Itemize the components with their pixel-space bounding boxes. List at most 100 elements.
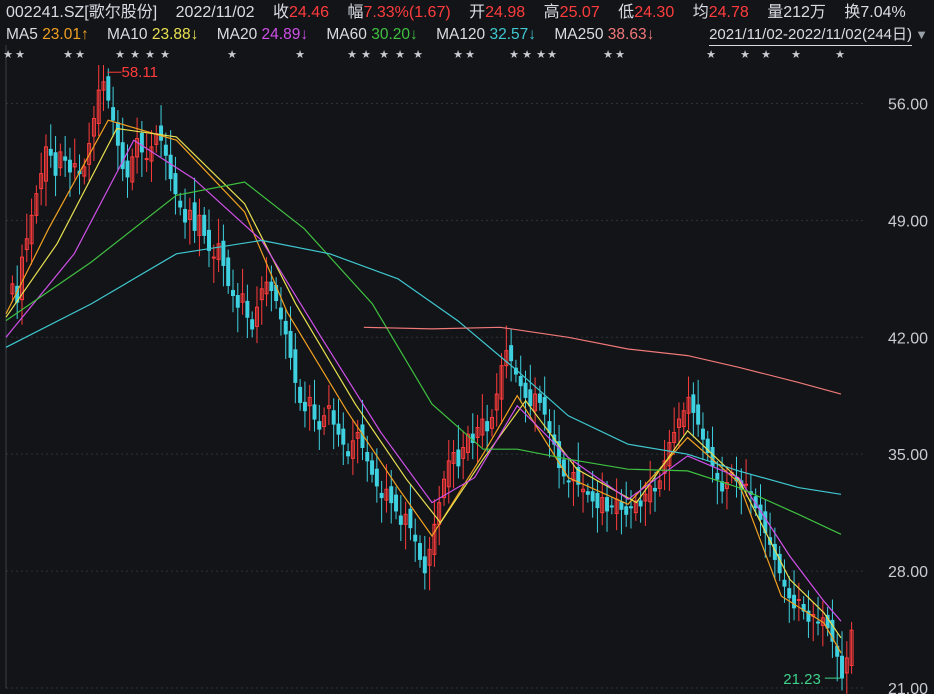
candle-body: [700, 428, 705, 440]
ma10-value: 23.88↓: [151, 26, 199, 43]
candle-body: [341, 428, 346, 445]
ma60-value: 30.20↓: [371, 26, 418, 43]
y-tick-label: 28.00: [888, 564, 928, 581]
ma60-label: MA60: [326, 26, 367, 43]
candle-body: [317, 421, 322, 430]
quote-date: 2022/11/02: [175, 4, 255, 21]
volume-label: 量: [767, 4, 784, 21]
candle-body: [269, 281, 274, 292]
ma250-legend[interactable]: MA250 38.63↓: [554, 26, 654, 43]
ma20-label: MA20: [216, 26, 258, 43]
candle-body: [715, 472, 720, 480]
star-marker: ★: [3, 48, 13, 61]
star-marker: ★: [453, 48, 463, 61]
candle-body: [178, 200, 183, 208]
star-marker: ★: [706, 48, 716, 61]
candle-body: [302, 401, 307, 412]
candle-body: [288, 330, 293, 358]
candle-body: [782, 579, 787, 587]
candle-body: [139, 133, 144, 153]
candle-body: [346, 451, 351, 457]
star-marker: ★: [145, 48, 155, 61]
ma60-legend[interactable]: MA60 30.20↓: [326, 26, 417, 43]
star-marker: ★: [761, 48, 771, 61]
star-marker: ★: [536, 48, 546, 61]
ma60-line: [5, 181, 842, 535]
candle-body: [422, 556, 427, 574]
candle-body: [394, 494, 399, 512]
candle-body: [120, 142, 125, 170]
candle-body: [312, 404, 317, 420]
y-tick-label: 49.00: [888, 213, 928, 230]
ma250-value: 38.63↓: [607, 26, 655, 43]
avg-value: 24.78: [708, 4, 749, 21]
star-marker: ★: [115, 48, 125, 61]
candle-body: [744, 483, 749, 486]
candle-body: [235, 295, 240, 308]
candle-body: [226, 257, 231, 286]
change-label: 幅: [347, 4, 364, 21]
candle-body: [183, 209, 188, 223]
min-price-label: 21.23: [783, 671, 821, 688]
candle-body: [53, 152, 58, 176]
candle-body: [389, 486, 394, 504]
star-marker: ★: [15, 48, 25, 61]
ma120-value: 32.57↓: [489, 26, 537, 43]
candle-body: [115, 122, 120, 146]
candle-body: [796, 598, 801, 601]
candle-body: [374, 468, 379, 487]
ma10-legend[interactable]: MA10 23.88↓: [107, 26, 198, 43]
candle-body: [67, 159, 72, 173]
ma250-label: MA250: [554, 26, 604, 43]
star-marker: ★: [791, 48, 801, 61]
quote-header: 002241.SZ[歌尔股份] 2022/11/02 收24.46 幅7.33%…: [6, 1, 906, 25]
low-label: 低: [618, 4, 635, 21]
candle-body: [595, 492, 600, 509]
candle-body: [590, 491, 595, 502]
candle-body: [365, 452, 370, 462]
candle-body: [336, 423, 341, 435]
candle-body: [63, 156, 68, 161]
star-marker: ★: [75, 48, 85, 61]
candle-body: [408, 508, 413, 529]
high-value: 25.07: [559, 4, 600, 21]
star-marker: ★: [615, 48, 625, 61]
ma120-legend[interactable]: MA120 32.57↓: [436, 26, 536, 43]
candle-body: [840, 655, 844, 679]
close-value: 24.46: [289, 4, 330, 21]
candle-body: [221, 240, 226, 266]
candle-body: [331, 410, 336, 425]
stock-code[interactable]: 002241.SZ[歌尔股份]: [6, 4, 157, 21]
ma120-line: [5, 239, 842, 495]
candle-body: [245, 300, 250, 318]
date-range-selector[interactable]: 2021/11/02-2022/11/02(244日): [709, 25, 912, 46]
star-marker: ★: [547, 48, 557, 61]
star-marker: ★: [509, 48, 519, 61]
candle-body: [523, 382, 528, 398]
ma20-line: [5, 139, 842, 622]
candle-body: [106, 76, 111, 101]
star-marker: ★: [347, 48, 357, 61]
y-tick-label: 56.00: [888, 96, 928, 113]
star-marker: ★: [413, 48, 423, 61]
star-marker: ★: [361, 48, 371, 61]
y-tick-label: 35.00: [888, 447, 928, 464]
star-marker: ★: [740, 48, 750, 61]
ma5-value: 23.01↑: [42, 26, 89, 43]
candlestick-chart[interactable]: 56.0049.0042.0035.0028.0021.00★ ★ ★ ★ ★ ★ ★ ★ ★ ★…: [0, 45, 934, 694]
turnover-label: 换: [844, 4, 861, 21]
close-label: 收: [272, 4, 289, 21]
candle-body: [168, 154, 173, 180]
candle-body: [485, 421, 490, 432]
open-value: 24.98: [485, 4, 526, 21]
ma5-legend[interactable]: MA5 23.01↑: [6, 26, 89, 43]
low-value: 24.30: [634, 4, 675, 21]
chevron-down-icon[interactable]: ▼: [915, 27, 928, 42]
candle-body: [605, 497, 610, 512]
change-value: 7.33%(1.67): [363, 4, 451, 21]
ma20-legend[interactable]: MA20 24.89↓: [217, 26, 308, 43]
star-marker: ★: [835, 48, 845, 61]
star-marker: ★: [63, 48, 73, 61]
y-tick-label: 21.00: [888, 681, 928, 694]
candle-body: [566, 480, 571, 483]
